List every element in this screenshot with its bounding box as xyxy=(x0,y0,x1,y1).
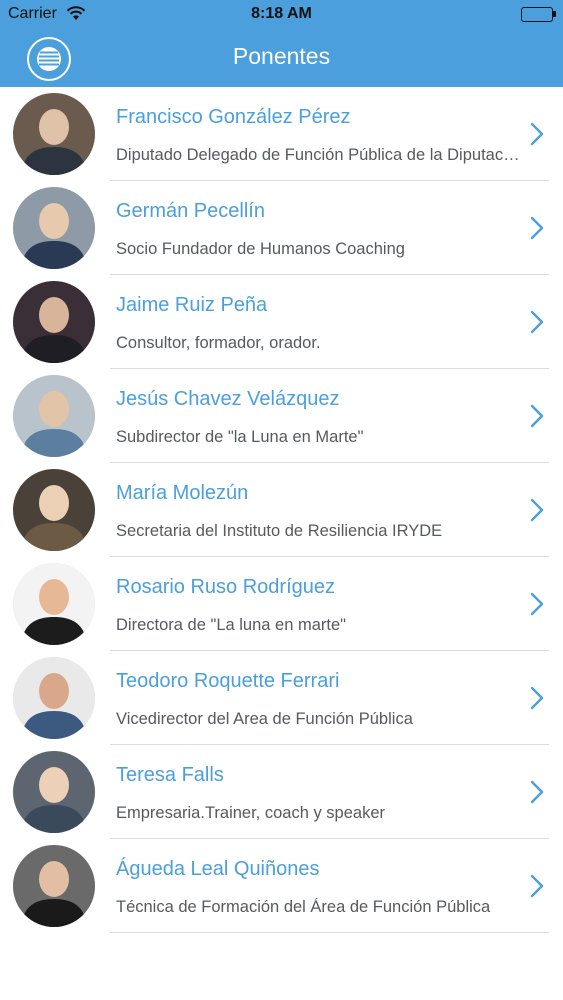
speaker-row[interactable]: Francisco González Pérez Diputado Delega… xyxy=(0,87,563,181)
speaker-name: Germán Pecellín xyxy=(116,200,265,222)
avatar xyxy=(13,93,95,175)
status-bar: Carrier 8:18 AM xyxy=(0,0,563,28)
chevron-right-icon xyxy=(530,216,544,240)
avatar xyxy=(13,281,95,363)
speaker-row[interactable]: Teodoro Roquette Ferrari Vicedirector de… xyxy=(0,651,563,745)
chevron-right-icon xyxy=(530,592,544,616)
speaker-role: Consultor, formador, orador. xyxy=(116,334,321,352)
speaker-list: Francisco González Pérez Diputado Delega… xyxy=(0,87,563,933)
avatar xyxy=(13,845,95,927)
page-title: Ponentes xyxy=(232,43,331,69)
chevron-right-icon xyxy=(530,780,544,804)
speaker-role: Socio Fundador de Humanos Coaching xyxy=(116,240,405,258)
speaker-role: Técnica de Formación del Área de Función… xyxy=(116,898,491,916)
clock: 8:18 AM xyxy=(251,5,312,22)
speaker-role: Secretaria del Instituto de Resiliencia … xyxy=(116,522,443,540)
speaker-name: Francisco González Pérez xyxy=(116,106,351,128)
navigation-bar: Ponentes xyxy=(0,28,563,87)
speaker-role: Subdirector de "la Luna en Marte" xyxy=(116,428,364,446)
chevron-right-icon xyxy=(530,404,544,428)
chevron-right-icon xyxy=(530,122,544,146)
avatar xyxy=(13,657,95,739)
speaker-role: Diputado Delegado de Función Pública de … xyxy=(116,146,521,164)
speaker-row[interactable]: Teresa Falls Empresaria.Trainer, coach y… xyxy=(0,745,563,839)
avatar xyxy=(13,563,95,645)
chevron-right-icon xyxy=(530,874,544,898)
avatar xyxy=(13,375,95,457)
speaker-name: Águeda Leal Quiñones xyxy=(116,858,320,880)
speaker-row[interactable]: Jesús Chavez Velázquez Subdirector de "l… xyxy=(0,369,563,463)
avatar xyxy=(13,751,95,833)
speaker-name: Teodoro Roquette Ferrari xyxy=(116,670,340,692)
speaker-name: María Molezún xyxy=(116,482,249,504)
speaker-role: Empresaria.Trainer, coach y speaker xyxy=(116,804,386,822)
speaker-name: Jesús Chavez Velázquez xyxy=(116,388,340,410)
row-divider xyxy=(110,932,549,933)
battery-icon xyxy=(521,7,556,22)
avatar xyxy=(13,187,95,269)
speaker-role: Vicedirector del Area de Función Pública xyxy=(116,710,413,728)
avatar xyxy=(13,469,95,551)
speaker-row[interactable]: Águeda Leal Quiñones Técnica de Formació… xyxy=(0,839,563,933)
speaker-name: Teresa Falls xyxy=(116,764,224,786)
chevron-right-icon xyxy=(530,310,544,334)
speaker-name: Rosario Ruso Rodríguez xyxy=(116,576,335,598)
chevron-right-icon xyxy=(530,686,544,710)
speaker-role: Directora de "La luna en marte" xyxy=(116,616,347,634)
speaker-row[interactable]: María Molezún Secretaria del Instituto d… xyxy=(0,463,563,557)
speaker-name: Jaime Ruiz Peña xyxy=(116,294,268,316)
speaker-row[interactable]: Germán Pecellín Socio Fundador de Humano… xyxy=(0,181,563,275)
speaker-row[interactable]: Rosario Ruso Rodríguez Directora de "La … xyxy=(0,557,563,651)
chevron-right-icon xyxy=(530,498,544,522)
speaker-row[interactable]: Jaime Ruiz Peña Consultor, formador, ora… xyxy=(0,275,563,369)
